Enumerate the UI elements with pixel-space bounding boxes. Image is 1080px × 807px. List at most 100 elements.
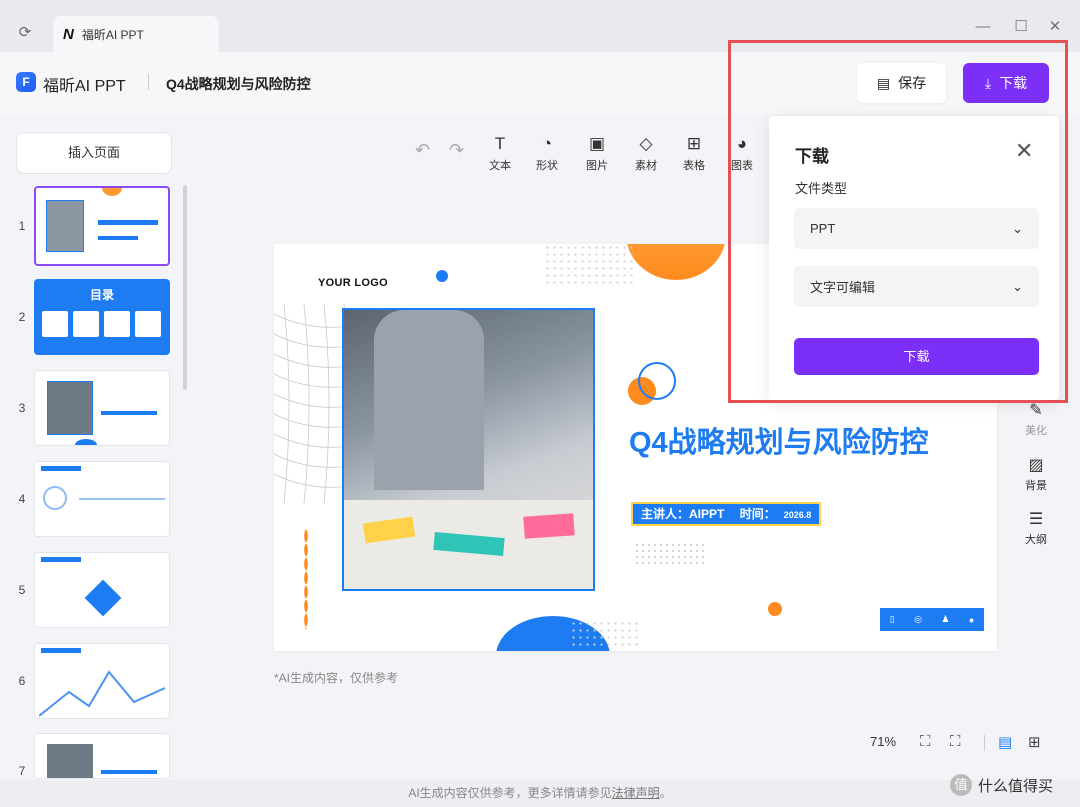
table-icon: ⊞ (686, 134, 702, 153)
thumb-title-line (101, 411, 157, 415)
grid-view-icon[interactable]: ⊞ (1028, 733, 1041, 751)
app-icon: F (16, 72, 36, 92)
edit-mode-value: 文字可编辑 (810, 280, 876, 295)
download-button[interactable]: ⤓ 下载 (963, 63, 1049, 103)
minimize-icon[interactable]: — (972, 16, 994, 38)
fullscreen-icon[interactable]: ⛶ (950, 733, 961, 750)
orange-dot-column (304, 529, 308, 629)
toolbar-label: 文本 (489, 160, 511, 172)
thumb-number: 3 (18, 401, 26, 415)
edit-mode-select[interactable]: 文字可编辑 ⌄ (794, 266, 1039, 307)
slide-thumbnail-6[interactable] (34, 643, 170, 719)
blue-ring (638, 362, 676, 400)
bottom-divider (984, 735, 985, 751)
save-button[interactable]: ▤ 保存 (857, 63, 946, 103)
redo-icon[interactable]: ↷ (449, 140, 464, 161)
footer-notice: AI生成内容仅供参考，更多详情请参见法律声明。 (0, 780, 1080, 807)
globe-icon: ◎ (914, 614, 922, 624)
time-value: 2026.8 (783, 510, 812, 520)
photo-sticky-note (523, 513, 575, 539)
text-icon: T (494, 134, 506, 153)
undo-icon[interactable]: ↶ (415, 140, 430, 161)
side-label: 美化 (1025, 425, 1047, 437)
toolbar-label: 素材 (635, 160, 657, 172)
app-tab[interactable]: N 福昕AI PPT (53, 16, 219, 52)
toolbar-shape[interactable]: ◔ 形状 (527, 133, 567, 173)
toolbar-text[interactable]: T 文本 (480, 133, 520, 173)
time-label: 时间： (739, 507, 776, 521)
thumb-sub-line (98, 236, 138, 240)
app-header: F 福昕AI PPT Q4战略规划与风险防控 ▤ 保存 ⤓ 下载 (0, 52, 1080, 114)
thumb-card (135, 311, 161, 337)
side-label: 大纲 (1025, 534, 1047, 546)
thumb-number: 4 (18, 492, 26, 506)
beautify-button[interactable]: ✎ 美化 (1018, 400, 1054, 438)
blue-dot (436, 270, 448, 282)
toolbar-image[interactable]: ▣ 图片 (577, 133, 617, 173)
toolbar-chart[interactable]: ◕ 图表 (722, 133, 762, 173)
slide-thumbnail-7[interactable] (34, 733, 170, 779)
orange-dot (768, 602, 782, 616)
format-value: PPT (810, 221, 836, 236)
toolbar-label: 表格 (683, 160, 705, 172)
save-icon: ▤ (876, 74, 891, 91)
thumb-timeline (79, 498, 165, 500)
thumb-mountain-graphic (39, 670, 166, 717)
background-icon: ▨ (1028, 457, 1044, 474)
slide-thumbnail-2[interactable]: 目录 (34, 279, 170, 355)
zoom-level[interactable]: 71% (870, 734, 896, 749)
phone-icon: ▯ (889, 614, 895, 624)
toolbar-material[interactable]: ◇ 素材 (626, 133, 666, 173)
document-title[interactable]: Q4战略规划与风险防控 (166, 74, 311, 94)
footer-text: AI生成内容仅供参考，更多详情请参见 (408, 786, 612, 800)
thumbnail-scrollbar[interactable] (183, 185, 187, 390)
close-icon[interactable]: ✕ (1015, 138, 1033, 164)
thumb-heading-line (41, 466, 81, 471)
image-icon: ▣ (588, 134, 606, 153)
slide-thumbnail-5[interactable] (34, 552, 170, 628)
thumb-title-line (98, 220, 158, 225)
close-window-icon[interactable]: ✕ (1044, 16, 1066, 38)
thumb-diamond (84, 579, 122, 617)
slide-title[interactable]: Q4战略规划与风险防控 (629, 419, 929, 461)
insert-page-button[interactable]: 插入页面 (16, 132, 172, 174)
thumb-photo (47, 381, 93, 435)
app-logo-icon: N (63, 25, 74, 43)
thumb-title-line (101, 770, 157, 774)
slide-thumbnail-3[interactable] (34, 370, 170, 446)
legal-link[interactable]: 法律声明 (612, 786, 660, 800)
toolbar-table[interactable]: ⊞ 表格 (674, 133, 714, 173)
format-select[interactable]: PPT ⌄ (794, 208, 1039, 249)
thumb-heading-line (41, 648, 81, 653)
slide-presenter-bar[interactable]: 主讲人：AIPPT 时间： 2026.8 (631, 502, 822, 526)
thumb-number: 5 (18, 583, 26, 597)
background-button[interactable]: ▨ 背景 (1018, 455, 1054, 493)
slide-logo: YOUR LOGO (318, 277, 388, 289)
thumb-card (42, 311, 68, 337)
thumb-card (104, 311, 130, 337)
thumb-number: 2 (18, 310, 26, 324)
material-icon: ◇ (639, 134, 653, 153)
slide-photo[interactable] (342, 308, 595, 591)
confirm-download-button[interactable]: 下载 (794, 338, 1039, 375)
location-icon: ● (968, 614, 975, 625)
side-label: 背景 (1025, 480, 1047, 492)
slide-thumbnail-4[interactable] (34, 461, 170, 537)
watermark-text: 什么值得买 (978, 777, 1054, 795)
beautify-icon: ✎ (1029, 402, 1043, 419)
thumb-photo (46, 200, 84, 252)
thumb-circle (43, 486, 67, 510)
save-label: 保存 (898, 75, 927, 91)
refresh-icon[interactable]: ⟳ (14, 22, 36, 44)
outline-button[interactable]: ☰ 大纲 (1018, 509, 1054, 547)
maximize-icon[interactable]: ☐ (1010, 16, 1032, 38)
thumb-photo (47, 744, 93, 778)
watermark-badge: 值 (950, 774, 972, 796)
download-label: 下载 (999, 75, 1028, 91)
normal-view-icon[interactable]: ▤ (998, 733, 1012, 751)
fit-screen-icon[interactable]: ⛶ (920, 733, 931, 750)
toolbar-label: 图片 (586, 160, 608, 172)
tab-title: 福昕AI PPT (81, 27, 144, 42)
thumb-toc-title: 目录 (89, 288, 114, 302)
slide-thumbnail-1[interactable] (34, 186, 170, 266)
